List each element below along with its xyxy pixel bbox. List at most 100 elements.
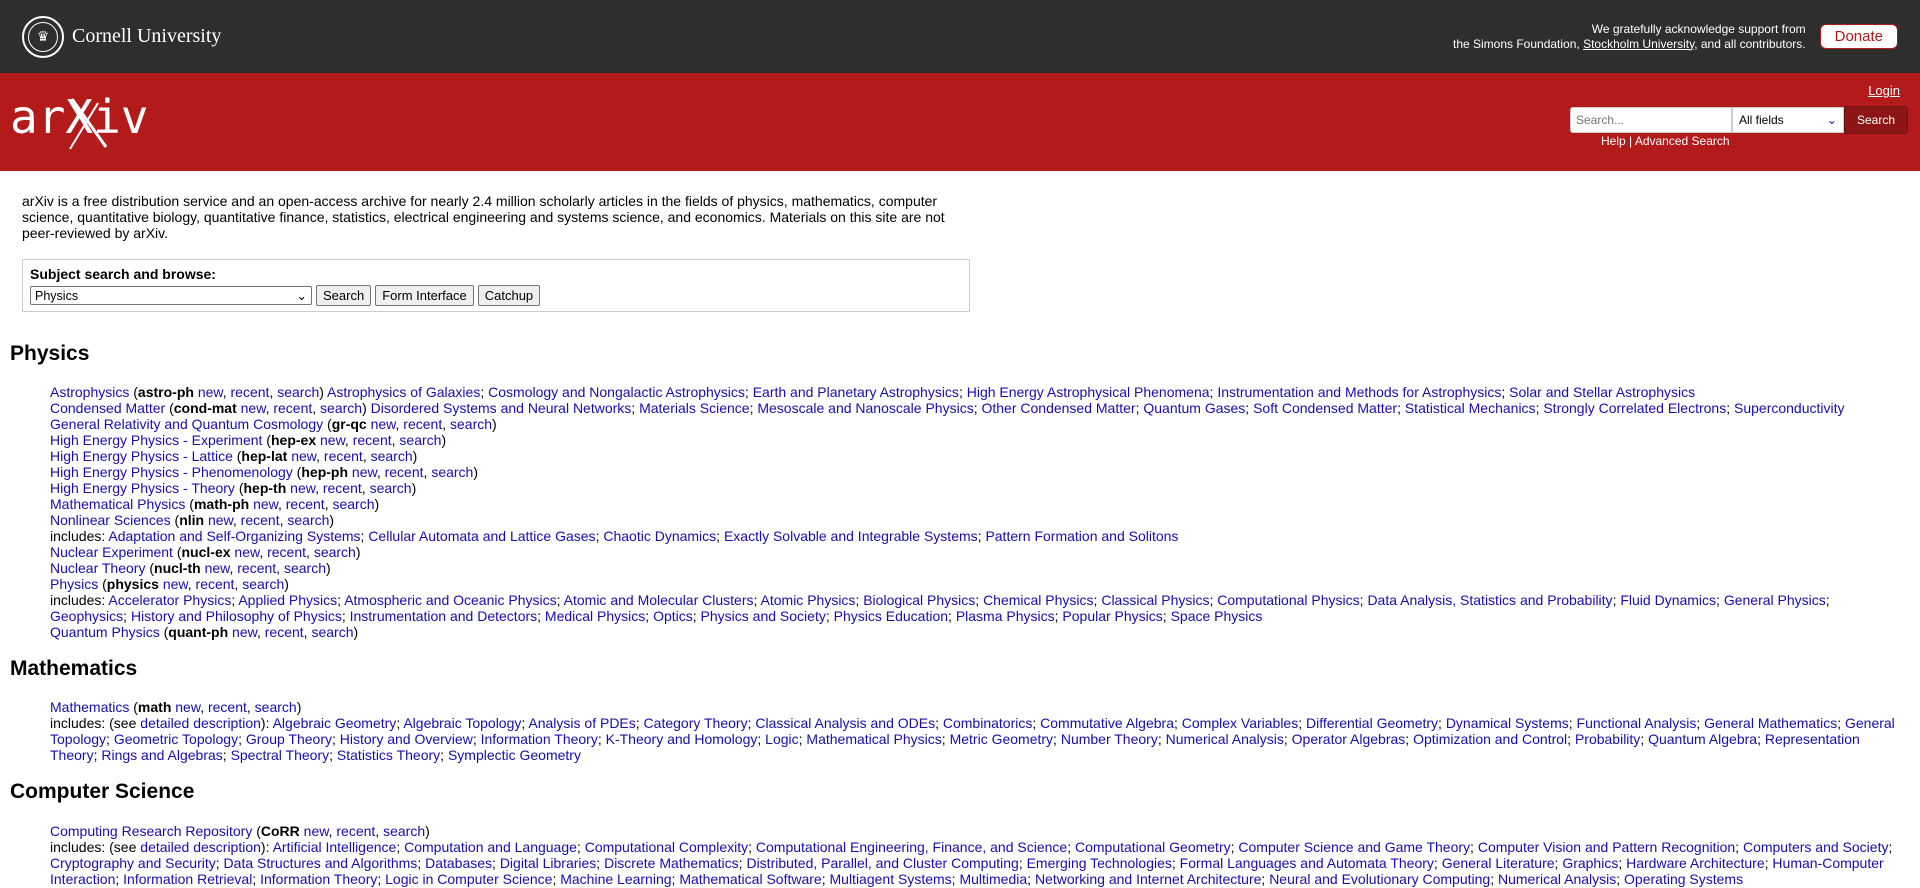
- subject-search-button[interactable]: Search: [316, 285, 372, 306]
- subcategory-link[interactable]: Exactly Solvable and Integrable Systems: [724, 528, 978, 544]
- recent-link[interactable]: recent: [267, 544, 306, 560]
- subcategory-link[interactable]: Networking and Internet Architecture: [1035, 871, 1261, 887]
- recent-link[interactable]: recent: [265, 624, 304, 640]
- subcategory-link[interactable]: Superconductivity: [1734, 400, 1845, 416]
- search-link[interactable]: search: [311, 624, 353, 640]
- subcategory-link[interactable]: Earth and Planetary Astrophysics: [753, 384, 959, 400]
- subcategory-link[interactable]: Cryptography and Security: [50, 855, 216, 871]
- subcategory-link[interactable]: Computational Geometry: [1075, 839, 1231, 855]
- subcategory-link[interactable]: Soft Condensed Matter: [1253, 400, 1397, 416]
- subcategory-link[interactable]: Computer Vision and Pattern Recognition: [1478, 839, 1735, 855]
- subcategory-link[interactable]: Probability: [1575, 731, 1640, 747]
- subcategory-link[interactable]: History and Philosophy of Physics: [131, 608, 342, 624]
- subcategory-link[interactable]: Pattern Formation and Solitons: [985, 528, 1178, 544]
- archive-link[interactable]: Nuclear Theory: [50, 560, 145, 576]
- subcategory-link[interactable]: Logic: [765, 731, 798, 747]
- search-link[interactable]: search: [320, 400, 362, 416]
- subcategory-link[interactable]: Information Retrieval: [123, 871, 252, 887]
- subcategory-link[interactable]: Dynamical Systems: [1446, 715, 1569, 731]
- new-link[interactable]: new: [290, 480, 315, 496]
- subcategory-link[interactable]: Symplectic Geometry: [448, 747, 581, 763]
- subcategory-link[interactable]: Algebraic Topology: [403, 715, 521, 731]
- subcategory-link[interactable]: Combinatorics: [943, 715, 1032, 731]
- advanced-search-link[interactable]: Advanced Search: [1635, 134, 1730, 148]
- subcategory-link[interactable]: Multimedia: [959, 871, 1027, 887]
- recent-link[interactable]: recent: [208, 699, 247, 715]
- archive-link[interactable]: High Energy Physics - Lattice: [50, 448, 233, 464]
- subcategory-link[interactable]: Mathematical Software: [679, 871, 821, 887]
- subcategory-link[interactable]: Chaotic Dynamics: [603, 528, 716, 544]
- subcategory-link[interactable]: Neural and Evolutionary Computing: [1269, 871, 1490, 887]
- subcategory-link[interactable]: Distributed, Parallel, and Cluster Compu…: [746, 855, 1018, 871]
- search-link[interactable]: search: [431, 464, 473, 480]
- subcategory-link[interactable]: Other Condensed Matter: [981, 400, 1135, 416]
- subcategory-link[interactable]: General Physics: [1724, 592, 1826, 608]
- new-link[interactable]: new: [175, 699, 200, 715]
- subcategory-link[interactable]: Geophysics: [50, 608, 123, 624]
- new-link[interactable]: new: [253, 496, 278, 512]
- search-link[interactable]: search: [287, 512, 329, 528]
- search-link[interactable]: search: [450, 416, 492, 432]
- recent-link[interactable]: recent: [231, 384, 270, 400]
- subcategory-link[interactable]: Mathematical Physics: [806, 731, 941, 747]
- new-link[interactable]: new: [352, 464, 377, 480]
- subcategory-link[interactable]: Plasma Physics: [956, 608, 1055, 624]
- subcategory-link[interactable]: Computational Complexity: [585, 839, 748, 855]
- subcategory-link[interactable]: Information Theory: [481, 731, 598, 747]
- new-link[interactable]: new: [304, 823, 329, 839]
- archive-link[interactable]: Nuclear Experiment: [50, 544, 173, 560]
- subcategory-link[interactable]: Algebraic Geometry: [273, 715, 397, 731]
- detailed-description-link[interactable]: detailed description: [140, 715, 261, 731]
- subcategory-link[interactable]: Number Theory: [1061, 731, 1158, 747]
- search-link[interactable]: search: [370, 480, 412, 496]
- donate-button[interactable]: Donate: [1819, 24, 1898, 49]
- subcategory-link[interactable]: Optimization and Control: [1413, 731, 1567, 747]
- recent-link[interactable]: recent: [336, 823, 375, 839]
- catchup-button[interactable]: Catchup: [477, 285, 541, 306]
- search-link[interactable]: search: [284, 560, 326, 576]
- subcategory-link[interactable]: Instrumentation and Methods for Astrophy…: [1217, 384, 1501, 400]
- new-link[interactable]: new: [208, 512, 233, 528]
- subcategory-link[interactable]: Classical Analysis and ODEs: [755, 715, 935, 731]
- subcategory-link[interactable]: Optics: [653, 608, 693, 624]
- subcategory-link[interactable]: Accelerator Physics: [108, 592, 231, 608]
- recent-link[interactable]: recent: [237, 560, 276, 576]
- archive-link[interactable]: General Relativity and Quantum Cosmology: [50, 416, 323, 432]
- archive-link[interactable]: Mathematics: [50, 699, 129, 715]
- subcategory-link[interactable]: Physics and Society: [701, 608, 826, 624]
- recent-link[interactable]: recent: [286, 496, 325, 512]
- subcategory-link[interactable]: Functional Analysis: [1577, 715, 1697, 731]
- archive-link[interactable]: Physics: [50, 576, 98, 592]
- new-link[interactable]: new: [241, 400, 266, 416]
- subcategory-link[interactable]: Information Theory: [260, 871, 377, 887]
- subcategory-link[interactable]: Statistics Theory: [337, 747, 440, 763]
- subcategory-link[interactable]: Databases: [425, 855, 492, 871]
- subcategory-link[interactable]: History and Overview: [340, 731, 473, 747]
- subcategory-link[interactable]: Formal Languages and Automata Theory: [1180, 855, 1434, 871]
- subcategory-link[interactable]: Computer Science and Game Theory: [1238, 839, 1470, 855]
- recent-link[interactable]: recent: [385, 464, 424, 480]
- subcategory-link[interactable]: Adaptation and Self-Organizing Systems: [108, 528, 360, 544]
- new-link[interactable]: new: [234, 544, 259, 560]
- search-link[interactable]: search: [399, 432, 441, 448]
- search-link[interactable]: search: [332, 496, 374, 512]
- subcategory-link[interactable]: General Mathematics: [1704, 715, 1837, 731]
- subcategory-link[interactable]: Operator Algebras: [1292, 731, 1406, 747]
- new-link[interactable]: new: [232, 624, 257, 640]
- subcategory-link[interactable]: Fluid Dynamics: [1620, 592, 1716, 608]
- login-link[interactable]: Login: [1868, 83, 1900, 98]
- subcategory-link[interactable]: Hardware Architecture: [1626, 855, 1765, 871]
- search-link[interactable]: search: [314, 544, 356, 560]
- subcategory-link[interactable]: Spectral Theory: [231, 747, 330, 763]
- recent-link[interactable]: recent: [403, 416, 442, 432]
- search-link[interactable]: search: [277, 384, 319, 400]
- subcategory-link[interactable]: Group Theory: [246, 731, 332, 747]
- subcategory-link[interactable]: Numerical Analysis: [1498, 871, 1616, 887]
- recent-link[interactable]: recent: [323, 480, 362, 496]
- subcategory-link[interactable]: Popular Physics: [1062, 608, 1162, 624]
- recent-link[interactable]: recent: [324, 448, 363, 464]
- subcategory-link[interactable]: Discrete Mathematics: [604, 855, 739, 871]
- subcategory-link[interactable]: Medical Physics: [545, 608, 645, 624]
- subject-select[interactable]: Physics ⌄: [30, 286, 312, 305]
- search-link[interactable]: search: [255, 699, 297, 715]
